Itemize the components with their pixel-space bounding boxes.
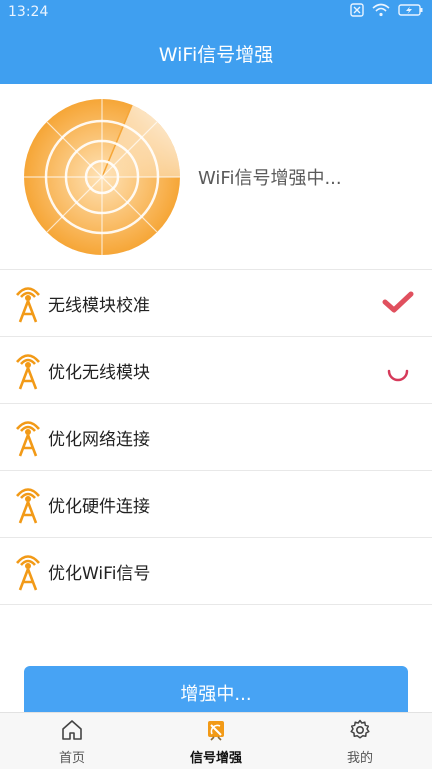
signal-tower-icon xyxy=(16,488,40,524)
list-item-optimize-network: 优化网络连接 xyxy=(0,404,432,470)
tab-label: 首页 xyxy=(58,751,85,766)
bottom-tab-bar: 首页 信号增强 我的 xyxy=(0,712,432,769)
radar-icon xyxy=(24,99,180,255)
row-label: 无线模块校准 xyxy=(48,296,150,316)
row-label: 优化WiFi信号 xyxy=(48,564,151,584)
tab-home[interactable]: 首页 xyxy=(0,713,144,769)
row-label: 优化无线模块 xyxy=(48,363,150,383)
signal-tower-icon xyxy=(16,354,40,390)
wifi-icon xyxy=(372,3,390,17)
status-bar: 13:24 xyxy=(0,0,432,26)
divider xyxy=(0,604,432,605)
tab-mine[interactable]: 我的 xyxy=(288,713,432,769)
list-item-optimize-hardware: 优化硬件连接 xyxy=(0,471,432,537)
status-icons xyxy=(350,3,424,17)
enhancing-status-text: WiFi信号增强中... xyxy=(198,168,342,189)
battery-icon xyxy=(398,4,423,16)
gear-icon xyxy=(350,719,370,739)
row-label: 优化硬件连接 xyxy=(48,497,150,517)
page-title: WiFi信号增强 xyxy=(158,44,274,66)
loading-spinner-icon xyxy=(387,369,409,382)
status-time: 13:24 xyxy=(8,4,49,20)
list-item-wireless-calibration: 无线模块校准 xyxy=(0,270,432,336)
sim-x-icon xyxy=(350,3,364,17)
tab-label: 我的 xyxy=(346,751,373,766)
signal-tower-icon xyxy=(16,287,40,323)
tab-signal-boost[interactable]: 信号增强 xyxy=(144,713,288,769)
app-header: 13:24 WiFi信号增强 xyxy=(0,0,432,84)
tab-label: 信号增强 xyxy=(189,751,242,766)
signal-tower-icon xyxy=(16,555,40,591)
list-item-optimize-wifi: 优化WiFi信号 xyxy=(0,538,432,604)
signal-tower-icon xyxy=(16,421,40,457)
home-icon xyxy=(62,720,82,740)
checkmark-icon xyxy=(382,291,414,313)
row-label: 优化网络连接 xyxy=(48,430,150,450)
list-item-optimize-wireless: 优化无线模块 xyxy=(0,337,432,403)
signal-dish-icon xyxy=(208,721,224,741)
